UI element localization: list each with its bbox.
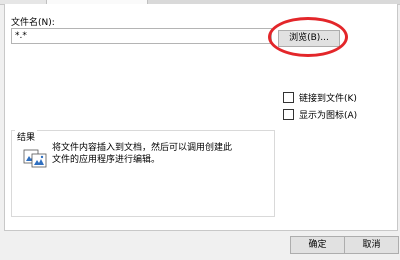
highlight-circle [268,17,348,57]
embedded-document-icon [23,149,47,168]
display-as-icon-checkbox[interactable] [283,109,294,120]
insert-object-dialog: 文件名(N): *.* 浏览(B)... 链接到文件(K) 显示为图标(A) 结… [0,0,400,260]
result-text-line-1: 将文件内容插入到文档，然后可以调用创建此 [52,143,233,153]
link-to-file-label: 链接到文件(K) [299,94,357,104]
display-as-icon-option[interactable]: 显示为图标(A) [283,108,357,121]
result-title: 结果 [15,130,38,143]
result-description: 将文件内容插入到文档，然后可以调用创建此 文件的应用程序进行编辑。 [52,142,267,166]
display-as-icon-label: 显示为图标(A) [299,111,358,121]
ok-button[interactable]: 确定 [290,236,345,254]
result-text-line-2: 文件的应用程序进行编辑。 [52,155,161,165]
filename-input[interactable]: *.* [11,28,272,44]
link-to-file-checkbox[interactable] [283,92,294,103]
cancel-button[interactable]: 取消 [344,236,399,254]
link-to-file-option[interactable]: 链接到文件(K) [283,91,357,104]
result-group: 结果 将文件内容插入到文档，然后可以调用创建此 文件的应用程序进行编辑。 [11,130,275,217]
filename-label: 文件名(N): [11,18,55,28]
